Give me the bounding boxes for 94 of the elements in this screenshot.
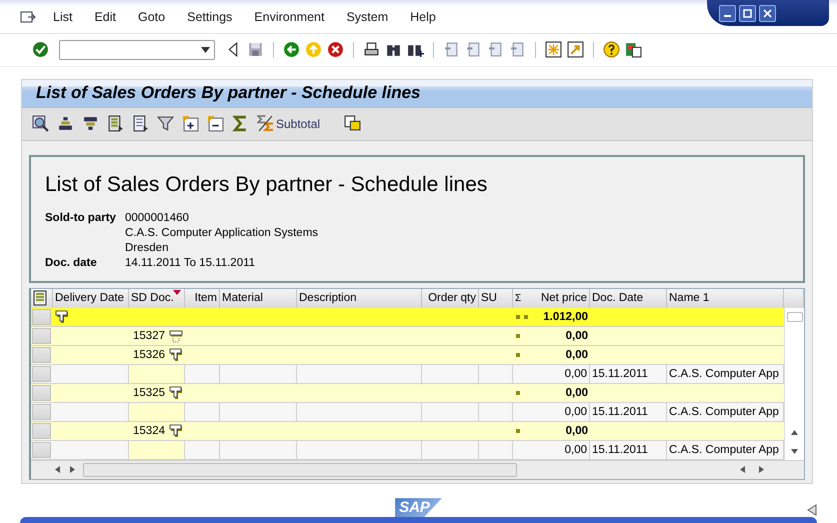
layout-icon[interactable] (625, 41, 642, 58)
tee-icon[interactable] (55, 310, 69, 324)
table-cell: 15327 (129, 326, 185, 345)
page-icon[interactable] (443, 41, 460, 58)
table-cell: 15324 (129, 422, 185, 440)
table-cell: 15325 (129, 384, 185, 402)
field-value: 14.11.2011 To 15.11.2011 (125, 256, 256, 271)
expand-all-icon[interactable] (182, 115, 199, 132)
save-icon[interactable] (247, 41, 264, 58)
scroll-down-icon[interactable] (790, 446, 799, 456)
field-value: Dresden (125, 240, 170, 256)
new-session-icon[interactable] (545, 41, 562, 58)
shortcut-icon[interactable] (567, 41, 584, 58)
list-heading: List of Sales Orders By partner - Schedule lines (45, 172, 488, 197)
page-icon[interactable] (465, 41, 482, 58)
table-cell: 0,00 (513, 346, 590, 364)
menu-item[interactable]: Help (399, 10, 447, 24)
sort-marker-icon (173, 290, 181, 295)
minimize-button[interactable] (719, 4, 736, 22)
scroll-up-icon[interactable] (790, 428, 799, 437)
column-header[interactable]: Σ Net price (513, 288, 590, 308)
cancel-icon[interactable] (327, 41, 344, 58)
enter-icon[interactable] (32, 41, 49, 58)
table-cell: 1.012,00 (513, 308, 590, 326)
panel-toggle-icon[interactable] (807, 504, 817, 516)
scroll-right-icon[interactable] (68, 465, 77, 474)
menu-item[interactable]: Edit (83, 10, 127, 24)
field-value: 0000001460 (125, 210, 190, 226)
scroll-right-icon[interactable] (757, 465, 766, 474)
column-header[interactable]: Item (185, 288, 220, 308)
tee-icon[interactable] (169, 348, 183, 362)
table-cell: 0,00 (513, 364, 590, 383)
table-cell: 0,00 (513, 402, 590, 421)
column-header[interactable]: Description (297, 288, 422, 308)
menu-item[interactable]: Settings (176, 10, 244, 24)
command-field[interactable] (59, 40, 215, 60)
collapsed-tee-icon[interactable] (169, 328, 183, 343)
sort-ascending-icon[interactable] (57, 115, 74, 132)
menu-item[interactable]: List (42, 10, 84, 24)
page-icon[interactable] (509, 41, 526, 58)
column-header[interactable]: Delivery Date (53, 288, 129, 308)
table-cell: 0,00 (513, 384, 590, 402)
field-label: Doc. date (45, 256, 98, 271)
maximize-icon (743, 8, 752, 18)
column-header[interactable]: Doc. Date (590, 288, 667, 308)
export-icon[interactable] (344, 115, 362, 132)
sum-mark: Σ (515, 292, 522, 304)
layout-button[interactable] (31, 288, 53, 308)
menu-item[interactable]: Goto (127, 10, 176, 24)
menu-icon[interactable] (20, 10, 36, 24)
column-header[interactable]: Order qty (422, 288, 479, 308)
filter-icon[interactable] (157, 115, 174, 132)
magnifier-icon[interactable] (32, 115, 49, 132)
help-icon[interactable] (603, 41, 620, 58)
table-cell: 15.11.2011 (590, 440, 667, 459)
sort-descending-icon[interactable] (82, 115, 99, 132)
table-cell: 0,00 (513, 326, 590, 345)
subtotal-button[interactable]: Subtotal (257, 115, 320, 132)
scroll-thumb[interactable] (786, 312, 802, 322)
tee-icon[interactable] (169, 386, 183, 400)
vertical-scrollbar[interactable] (784, 308, 804, 460)
tee-icon[interactable] (169, 424, 183, 438)
column-header[interactable]: Material (220, 288, 297, 308)
menu-item[interactable]: System (335, 10, 400, 24)
subtotal-icon (257, 115, 274, 132)
page-icon[interactable] (487, 41, 504, 58)
print-icon[interactable] (363, 41, 380, 58)
column-header[interactable]: Name 1 (667, 288, 784, 308)
table-cell: 15.11.2011 (590, 364, 667, 383)
list-layout-icon[interactable] (107, 115, 124, 132)
minimize-icon (724, 15, 731, 17)
field-value: C.A.S. Computer Application Systems (125, 226, 320, 241)
column-header[interactable]: SU (479, 288, 513, 308)
horizontal-scrollbar[interactable] (83, 462, 517, 477)
list-select-icon[interactable] (132, 115, 149, 132)
scroll-left-icon[interactable] (738, 465, 747, 474)
column-header[interactable]: SD Doc. (129, 288, 185, 308)
collapse-all-icon[interactable] (207, 115, 224, 132)
maximize-button[interactable] (739, 4, 756, 22)
table-cell: 0,00 (513, 422, 590, 440)
scrollbar-corner (784, 288, 804, 308)
field-label: Sold-to party (45, 210, 117, 226)
sum-icon[interactable] (232, 115, 249, 132)
close-button[interactable] (759, 4, 776, 22)
table-cell: 0,00 (513, 440, 590, 459)
menu-item[interactable]: Environment (243, 10, 336, 24)
scroll-left-icon[interactable] (53, 465, 62, 474)
dropdown-arrow-icon[interactable] (201, 46, 210, 53)
back-icon[interactable] (283, 41, 300, 58)
close-icon (763, 8, 772, 18)
logo: SAP (395, 498, 442, 518)
table-cell: 15326 (129, 346, 185, 364)
screen-title: List of Sales Orders By partner - Schedule lines (36, 83, 421, 104)
table-cell: 15.11.2011 (590, 402, 667, 421)
